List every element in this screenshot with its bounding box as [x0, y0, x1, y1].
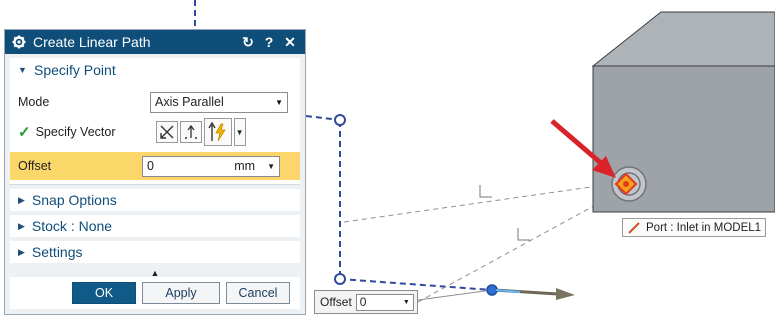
specify-point-label: Specify Point — [34, 62, 116, 78]
vector-type-dropdown[interactable]: ▼ — [233, 118, 246, 146]
offset-popup-label: Offset — [320, 295, 352, 309]
offset-unit: mm — [234, 159, 256, 173]
offset-popup-value: 0 — [359, 295, 367, 309]
dialog-title: Create Linear Path — [33, 34, 151, 50]
specify-vector-label: Specify Vector — [35, 125, 116, 139]
triangle-down-icon: ▼ — [18, 65, 27, 75]
offset-input[interactable]: 0 mm ▼ — [142, 155, 280, 177]
create-linear-path-dialog: Create Linear Path ↻ ? ✕ ▼ Specify Point… — [4, 29, 306, 315]
cancel-button[interactable]: Cancel — [226, 282, 290, 304]
mode-select[interactable]: Axis Parallel ▼ — [150, 91, 288, 113]
specify-point-header[interactable]: ▼ Specify Point — [10, 58, 300, 82]
snap-options-label: Snap Options — [31, 192, 117, 208]
checkmark-icon: ✓ — [18, 124, 31, 141]
offset-leader-line — [417, 289, 493, 301]
triangle-right-icon: ▶ — [18, 246, 25, 257]
dialog-titlebar[interactable]: Create Linear Path ↻ ? ✕ — [5, 30, 305, 54]
vector-dialog-icon — [184, 124, 197, 139]
gear-icon — [11, 34, 27, 50]
construction-line-2 — [417, 195, 613, 303]
chevron-down-icon: ▼ — [275, 97, 283, 107]
offset-row: Offset 0 mm ▼ — [10, 152, 300, 180]
angle-marker-2 — [517, 228, 530, 241]
angle-marker-1 — [479, 185, 492, 198]
offset-popup-input[interactable]: 0 ▼ — [355, 293, 414, 311]
port-tooltip: Port : Inlet in MODEL1 — [622, 218, 766, 237]
reverse-direction-button[interactable] — [155, 121, 178, 143]
vector-origin-handle[interactable] — [486, 284, 498, 296]
path-segment-3 — [339, 278, 493, 291]
snap-options-section[interactable]: ▶ Snap Options — [10, 189, 300, 211]
reverse-direction-icon — [159, 125, 174, 139]
chevron-down-icon[interactable]: ▼ — [403, 299, 410, 306]
offset-label: Offset — [10, 152, 142, 180]
path-node-1[interactable] — [334, 114, 346, 126]
construction-line-1 — [343, 183, 613, 223]
help-icon[interactable]: ? — [260, 33, 278, 51]
mode-label: Mode — [18, 95, 50, 109]
vector-tools: ▼ — [155, 118, 246, 146]
lightning-vector-icon — [207, 121, 226, 142]
model-box-top — [591, 11, 775, 67]
mode-row: Mode Axis Parallel ▼ — [10, 88, 300, 116]
vector-arrow-head — [556, 288, 575, 300]
offset-popup: Offset 0 ▼ — [314, 290, 418, 314]
path-node-2[interactable] — [334, 273, 346, 285]
close-icon[interactable]: ✕ — [281, 33, 299, 51]
settings-label: Settings — [31, 244, 83, 260]
apply-button[interactable]: Apply — [142, 282, 220, 304]
vector-dialog-button[interactable] — [179, 121, 202, 143]
triangle-right-icon: ▶ — [18, 220, 25, 231]
tooltip-text: Port : Inlet in MODEL1 — [646, 221, 762, 234]
stock-section[interactable]: ▶ Stock : None — [10, 215, 300, 237]
chevron-down-icon[interactable]: ▼ — [267, 162, 275, 171]
stock-label: Stock : None — [31, 218, 113, 234]
offset-value: 0 — [147, 159, 154, 173]
mode-value: Axis Parallel — [155, 95, 224, 109]
inferred-vector-button[interactable] — [203, 118, 232, 146]
settings-section[interactable]: ▶ Settings — [10, 241, 300, 263]
specify-vector-row: ✓ Specify Vector ▼ — [10, 116, 300, 148]
pencil-icon — [628, 221, 640, 234]
reset-icon[interactable]: ↻ — [239, 33, 257, 51]
triangle-right-icon: ▶ — [18, 194, 25, 205]
specify-point-panel: ▼ Specify Point Mode Axis Parallel ▼ ✓ S… — [10, 58, 300, 185]
port-marker-center — [623, 181, 629, 187]
ok-button[interactable]: OK — [72, 282, 136, 304]
dialog-footer: OK Apply Cancel — [10, 277, 300, 309]
